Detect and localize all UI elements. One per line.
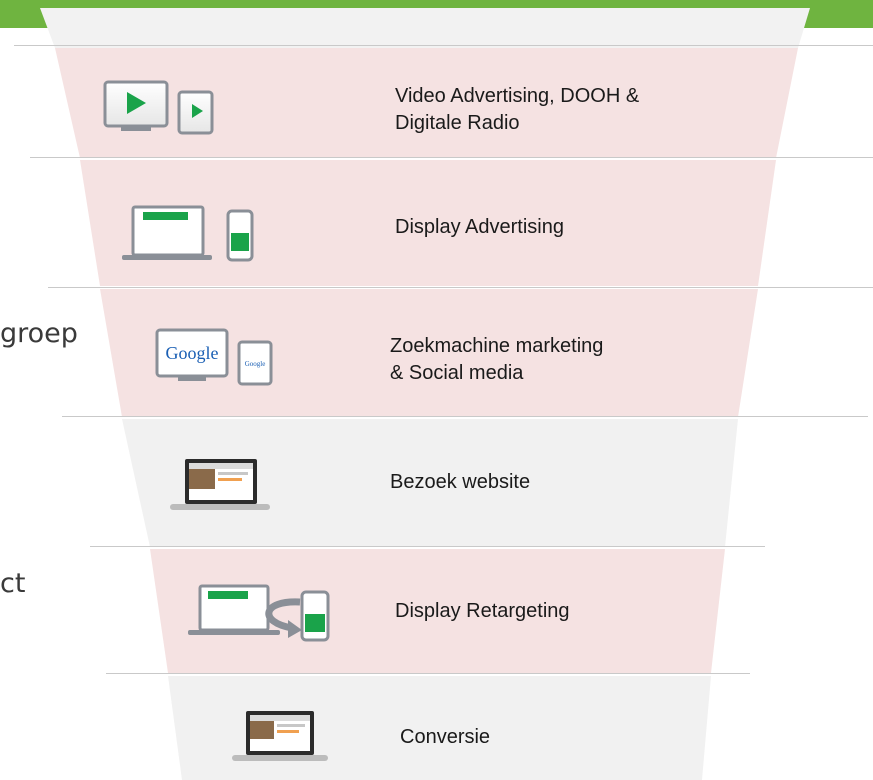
divider-line [62, 416, 868, 417]
conversion-laptop-icon [232, 711, 328, 761]
divider-line [30, 157, 873, 158]
retargeting-devices-icon [188, 584, 330, 642]
stage-label-search: Zoekmachine marketing & Social media [390, 335, 604, 384]
side-text-groep: groep [0, 318, 78, 349]
stage-label-conversion: Conversie [400, 726, 491, 748]
display-devices-icon [122, 205, 254, 262]
divider-line [48, 287, 873, 288]
google-logo-text: Google [166, 343, 219, 363]
divider-line [14, 45, 873, 46]
stage-label-website: Bezoek website [390, 471, 531, 493]
stage-label-display: Display Advertising [395, 216, 564, 238]
divider-line [90, 546, 765, 547]
side-text-ct: ct [0, 568, 26, 599]
stage-label-video: Video Advertising, DOOH & Digitale Radio [395, 85, 640, 134]
google-logo-small-text: Google [245, 360, 266, 368]
stage-label-retargeting: Display Retargeting [395, 600, 570, 622]
divider-line [106, 673, 750, 674]
funnel-header-band [40, 8, 810, 48]
